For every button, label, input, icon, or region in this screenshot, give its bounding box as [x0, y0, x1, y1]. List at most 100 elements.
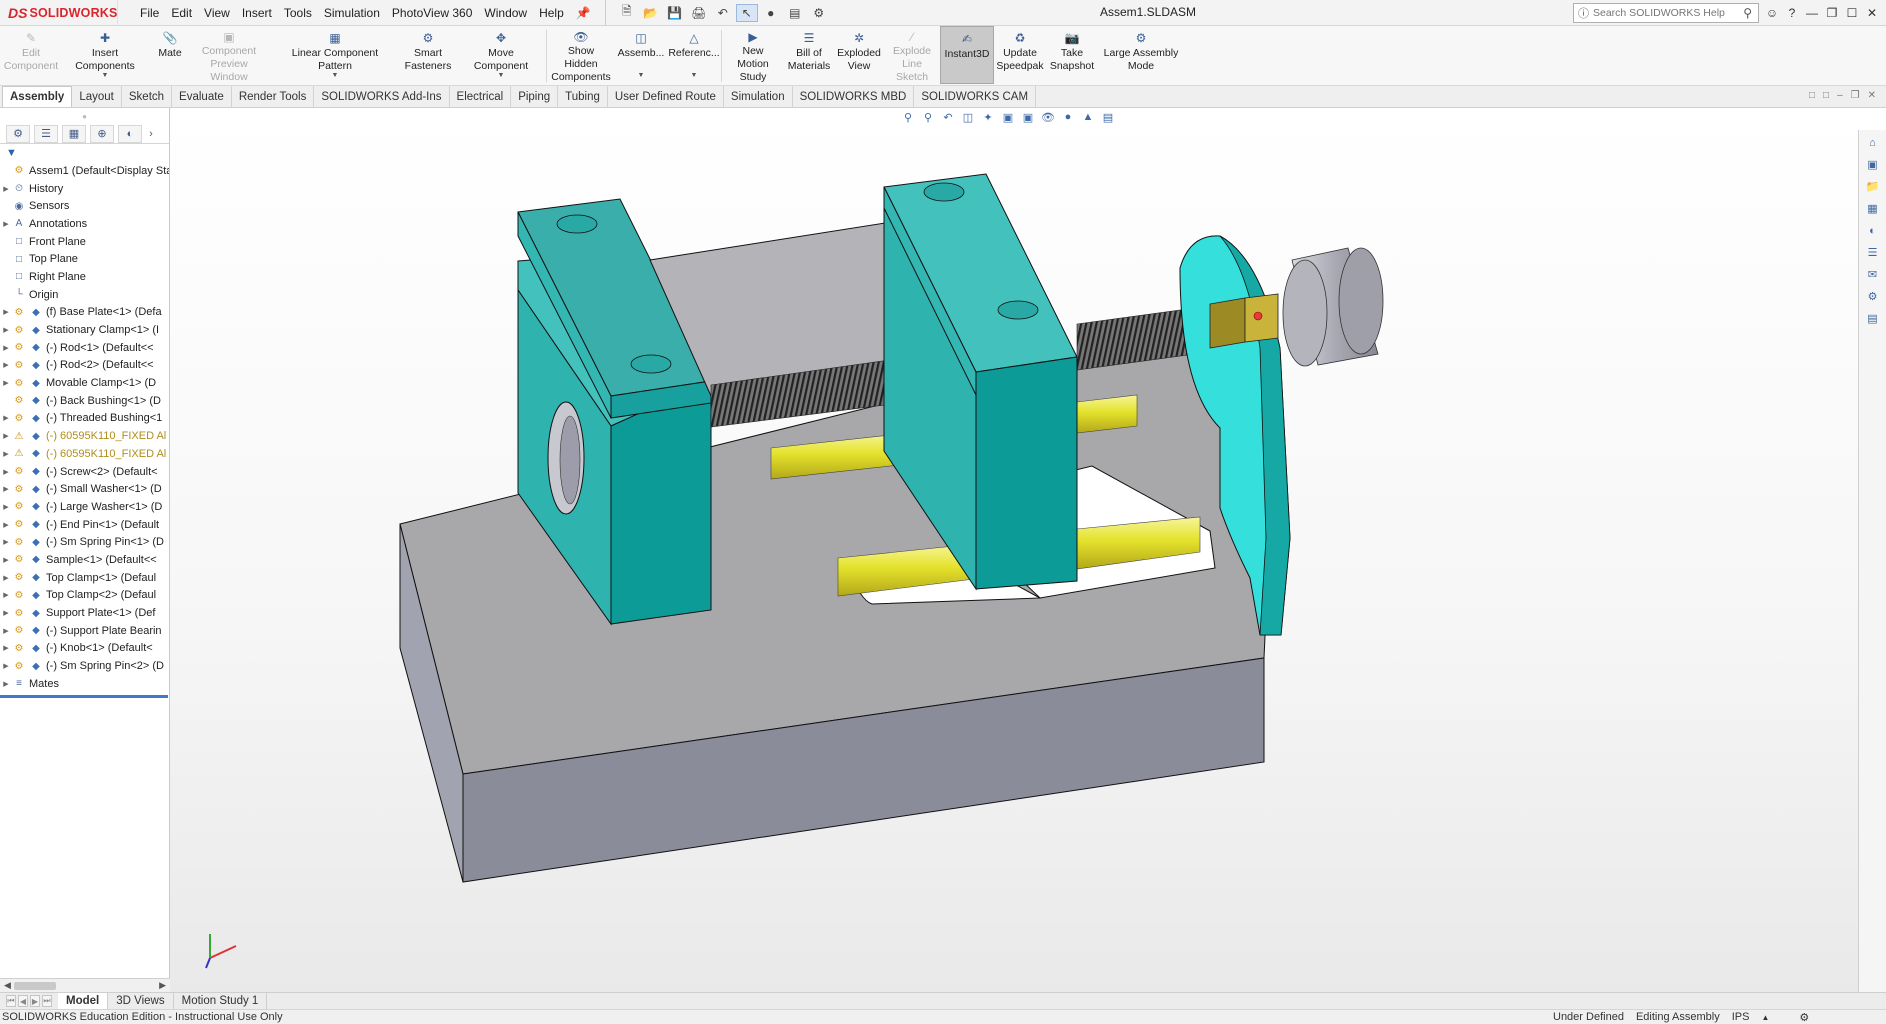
tree-item[interactable]: □ Top Plane	[0, 250, 169, 268]
dimxpert-tab-icon[interactable]: ⊕	[90, 124, 114, 143]
viewport-close-icon[interactable]: ✕	[1868, 90, 1876, 101]
knob[interactable]	[1282, 247, 1384, 367]
tree-item[interactable]: └ Origin	[0, 286, 169, 304]
status-settings-icon[interactable]: ⚙	[1799, 1011, 1809, 1024]
tab-layout[interactable]: Layout	[72, 86, 122, 107]
panel-grip[interactable]: ●	[0, 108, 169, 124]
tree-item[interactable]: ▶ A Annotations	[0, 215, 169, 233]
tab-piping[interactable]: Piping	[511, 86, 559, 107]
tree-item[interactable]: □ Right Plane	[0, 268, 169, 286]
print-icon[interactable]: 🖨	[688, 4, 710, 22]
expand-arrow-icon[interactable]: ▶	[0, 361, 12, 369]
user-icon[interactable]: ☺	[1764, 6, 1780, 20]
dropdown-arrow-icon[interactable]: ▼	[638, 69, 645, 82]
move-component-button[interactable]: ✥ Move Component ▼	[456, 26, 546, 84]
last-tab-icon[interactable]: ⏭	[42, 995, 52, 1007]
menu-view[interactable]: View	[198, 6, 236, 20]
tab-simulation[interactable]: Simulation	[724, 86, 793, 107]
close-icon[interactable]: ✕	[1864, 6, 1880, 20]
menu-window[interactable]: Window	[478, 6, 533, 20]
appearances-icon[interactable]: ◐	[1864, 222, 1882, 239]
pin-icon[interactable]: 📌	[576, 6, 591, 20]
search-box[interactable]: ⓘ ⚲	[1573, 3, 1759, 23]
file-properties-icon[interactable]: ▤	[784, 4, 806, 22]
tab-render-tools[interactable]: Render Tools	[232, 86, 315, 107]
open-icon[interactable]: 📂	[640, 4, 662, 22]
explode-line-sketch-button[interactable]: ∕ Explode Line Sketch	[884, 26, 940, 84]
property-manager-tab-icon[interactable]: ☰	[34, 124, 58, 143]
menu-file[interactable]: File	[134, 6, 165, 20]
task-scheduler-icon[interactable]: ▤	[1864, 310, 1882, 327]
units-dropdown-icon[interactable]: ▲	[1761, 1013, 1769, 1022]
expand-arrow-icon[interactable]: ▶	[0, 574, 12, 582]
tree-item[interactable]: ▶ ⚙ ◆ (-) Threaded Bushing<1	[0, 410, 169, 428]
exploded-view-button[interactable]: ✲ Exploded View	[834, 26, 884, 84]
tab-assembly[interactable]: Assembly	[2, 86, 73, 107]
expand-arrow-icon[interactable]: ▶	[0, 468, 12, 476]
tree-item[interactable]: ▶ ⚙ ◆ (-) Rod<2> (Default<<	[0, 357, 169, 375]
tree-item[interactable]: ▶ ⚙ ◆ (-) Knob<1> (Default<	[0, 640, 169, 658]
file-explorer-icon[interactable]: 📁	[1864, 178, 1882, 195]
show-hidden-button[interactable]: 👁 Show Hidden Components	[547, 26, 615, 84]
tab-evaluate[interactable]: Evaluate	[172, 86, 232, 107]
panel-arrow-right-icon[interactable]: ›	[146, 125, 156, 143]
search-icon[interactable]: ⚲	[1743, 6, 1752, 20]
scroll-right-icon[interactable]: ▶	[159, 980, 166, 991]
restore-icon[interactable]: ❐	[1824, 6, 1840, 20]
minimize-icon[interactable]: —	[1804, 6, 1820, 20]
tree-item[interactable]: ▶ ⚙ ◆ Support Plate<1> (Def	[0, 604, 169, 622]
expand-arrow-icon[interactable]: ▶	[0, 308, 12, 316]
tab-tubing[interactable]: Tubing	[558, 86, 608, 107]
tab-addins[interactable]: SOLIDWORKS Add-Ins	[314, 86, 450, 107]
insert-components-button[interactable]: ✚ Insert Components ▼	[58, 26, 152, 84]
take-snapshot-button[interactable]: 📷 Take Snapshot	[1046, 26, 1098, 84]
expand-arrow-icon[interactable]: ▶	[0, 680, 12, 688]
tree-item[interactable]: ▶ ⚙ ◆ Movable Clamp<1> (D	[0, 374, 169, 392]
options-gear-icon[interactable]: ⚙	[808, 4, 830, 22]
tree-item[interactable]: ▶ ⏲ History	[0, 180, 169, 198]
graphics-area[interactable]: ⚲ ⚲ ↶ ◫ ✦ ▣ ▣ 👁 ● ▲ ▤	[170, 108, 1858, 992]
forum-icon[interactable]: ✉	[1864, 266, 1882, 283]
dropdown-arrow-icon[interactable]: ▼	[498, 69, 505, 82]
configuration-manager-tab-icon[interactable]: ▦	[62, 124, 86, 143]
first-tab-icon[interactable]: ⏮	[6, 995, 16, 1007]
tree-item[interactable]: ▶ ⚙ ◆ Stationary Clamp<1> (I	[0, 321, 169, 339]
expand-arrow-icon[interactable]: ▶	[0, 379, 12, 387]
menu-insert[interactable]: Insert	[236, 6, 278, 20]
menu-edit[interactable]: Edit	[165, 6, 198, 20]
tree-item[interactable]: ▶ ⚙ ◆ (-) Rod<1> (Default<<	[0, 339, 169, 357]
expand-arrow-icon[interactable]: ▶	[0, 450, 12, 458]
custom-properties-icon[interactable]: ☰	[1864, 244, 1882, 261]
instant3d-button[interactable]: ✍ Instant3D	[940, 26, 994, 84]
tab-cam[interactable]: SOLIDWORKS CAM	[914, 86, 1037, 107]
tree-item[interactable]: ▶ ⚙ ◆ (-) Large Washer<1> (D	[0, 498, 169, 516]
tab-user-defined-route[interactable]: User Defined Route	[608, 86, 724, 107]
solidworks-resources-icon[interactable]: ⌂	[1864, 134, 1882, 151]
mate-button[interactable]: 📎 Mate	[152, 26, 188, 84]
tree-item[interactable]: ▶ ⚙ ◆ (f) Base Plate<1> (Defa	[0, 304, 169, 322]
tree-item[interactable]: ▶ ≡ Mates	[0, 675, 169, 693]
tree-horizontal-scrollbar[interactable]: ◀ ▶	[0, 978, 170, 992]
design-library-icon[interactable]: ▣	[1864, 156, 1882, 173]
tree-item[interactable]: ▶ ⚙ ◆ (-) Sm Spring Pin<1> (D	[0, 533, 169, 551]
viewport-restore-icon[interactable]: ❐	[1851, 90, 1860, 101]
select-icon[interactable]: ↖	[735, 3, 758, 22]
tab-sketch[interactable]: Sketch	[122, 86, 173, 107]
edit-component-button[interactable]: ✎ Edit Component	[4, 26, 58, 84]
viewport-tile2-icon[interactable]: □	[1823, 90, 1829, 101]
tree-item[interactable]: ▶ ⚠ ◆ (-) 60595K110_FIXED Al	[0, 445, 169, 463]
units-selector[interactable]: IPS	[1732, 1011, 1750, 1023]
menu-tools[interactable]: Tools	[278, 6, 318, 20]
tab-3d-views[interactable]: 3D Views	[108, 993, 174, 1009]
reference-triad[interactable]	[200, 928, 244, 972]
component-preview-button[interactable]: ▣ Component Preview Window	[188, 26, 270, 84]
tree-item[interactable]: ▶ ⚠ ◆ (-) 60595K110_FIXED Al	[0, 427, 169, 445]
tree-item[interactable]: ▶ ⚙ ◆ Sample<1> (Default<<	[0, 551, 169, 569]
dropdown-arrow-icon[interactable]: ▼	[332, 69, 339, 82]
tree-filter[interactable]: ▼	[0, 144, 169, 162]
rollback-bar[interactable]	[0, 694, 168, 698]
tree-item[interactable]: □ Front Plane	[0, 233, 169, 251]
scroll-thumb[interactable]	[14, 982, 56, 990]
large-assembly-mode-button[interactable]: ⚙ Large Assembly Mode	[1098, 26, 1184, 84]
undo-icon[interactable]: ↶	[712, 4, 734, 22]
